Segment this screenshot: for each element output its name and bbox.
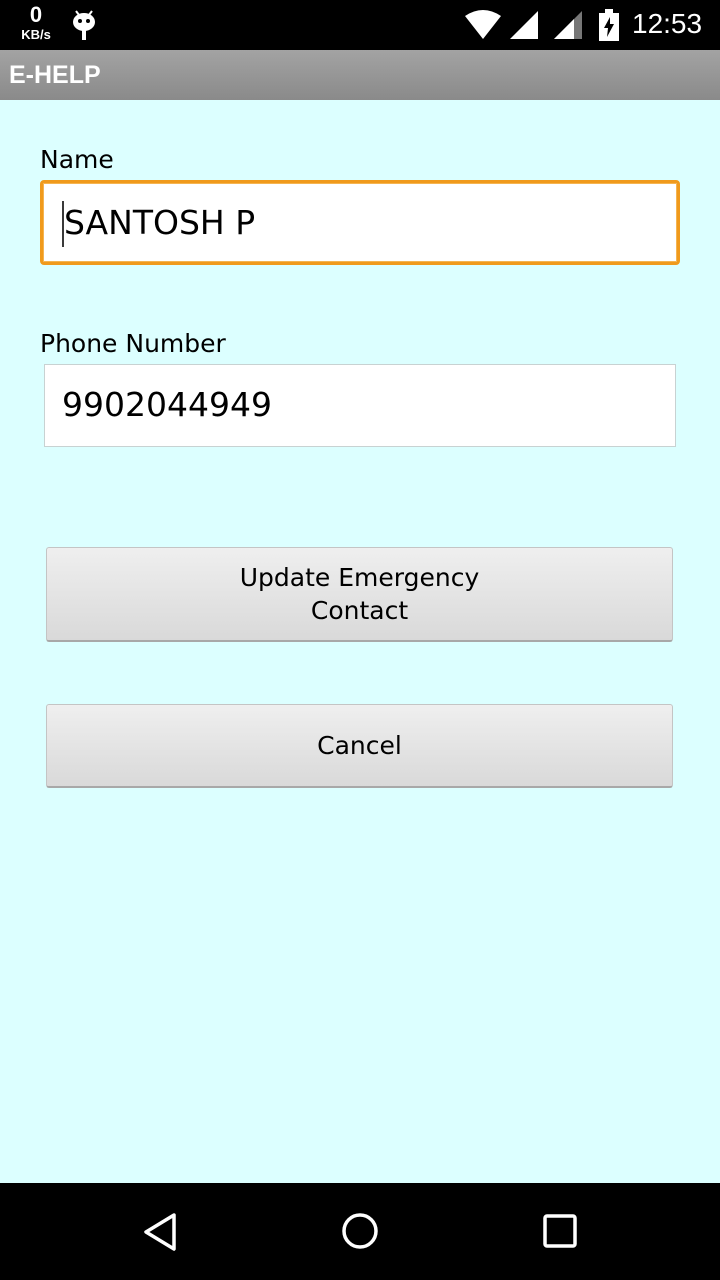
wifi-icon [465,10,501,39]
cancel-button-label: Cancel [317,731,402,760]
main-content: Name SANTOSH P Phone Number 9902044949 U… [0,100,720,1183]
app-title: E-HELP [9,61,101,89]
android-icon [73,10,95,40]
name-input[interactable]: SANTOSH P [40,180,680,265]
recents-icon[interactable] [542,1213,578,1249]
phone-number-label: Phone Number [40,329,226,358]
status-bar: 0 KB/s 12:53 [0,0,720,50]
phone-number-input-value: 9902044949 [62,385,272,424]
phone-number-input[interactable]: 9902044949 [44,364,676,447]
name-input-value: SANTOSH P [64,203,256,242]
battery-charging-icon [599,9,619,41]
net-speed-value: 0 [29,2,43,27]
update-emergency-contact-button[interactable]: Update Emergency Contact [46,547,673,642]
back-icon[interactable] [140,1211,180,1253]
update-emergency-contact-label: Update Emergency Contact [239,563,480,625]
signal-icon [554,11,582,39]
cancel-button[interactable]: Cancel [46,704,673,788]
navigation-bar [0,1183,720,1280]
net-speed-unit: KB/s [21,27,51,42]
net-speed-indicator: 0 KB/s [14,2,58,42]
signal-icon [510,11,538,39]
app-title-bar: E-HELP [0,50,720,100]
clock: 12:53 [632,8,703,39]
name-label: Name [40,145,114,174]
home-icon[interactable] [340,1211,380,1251]
